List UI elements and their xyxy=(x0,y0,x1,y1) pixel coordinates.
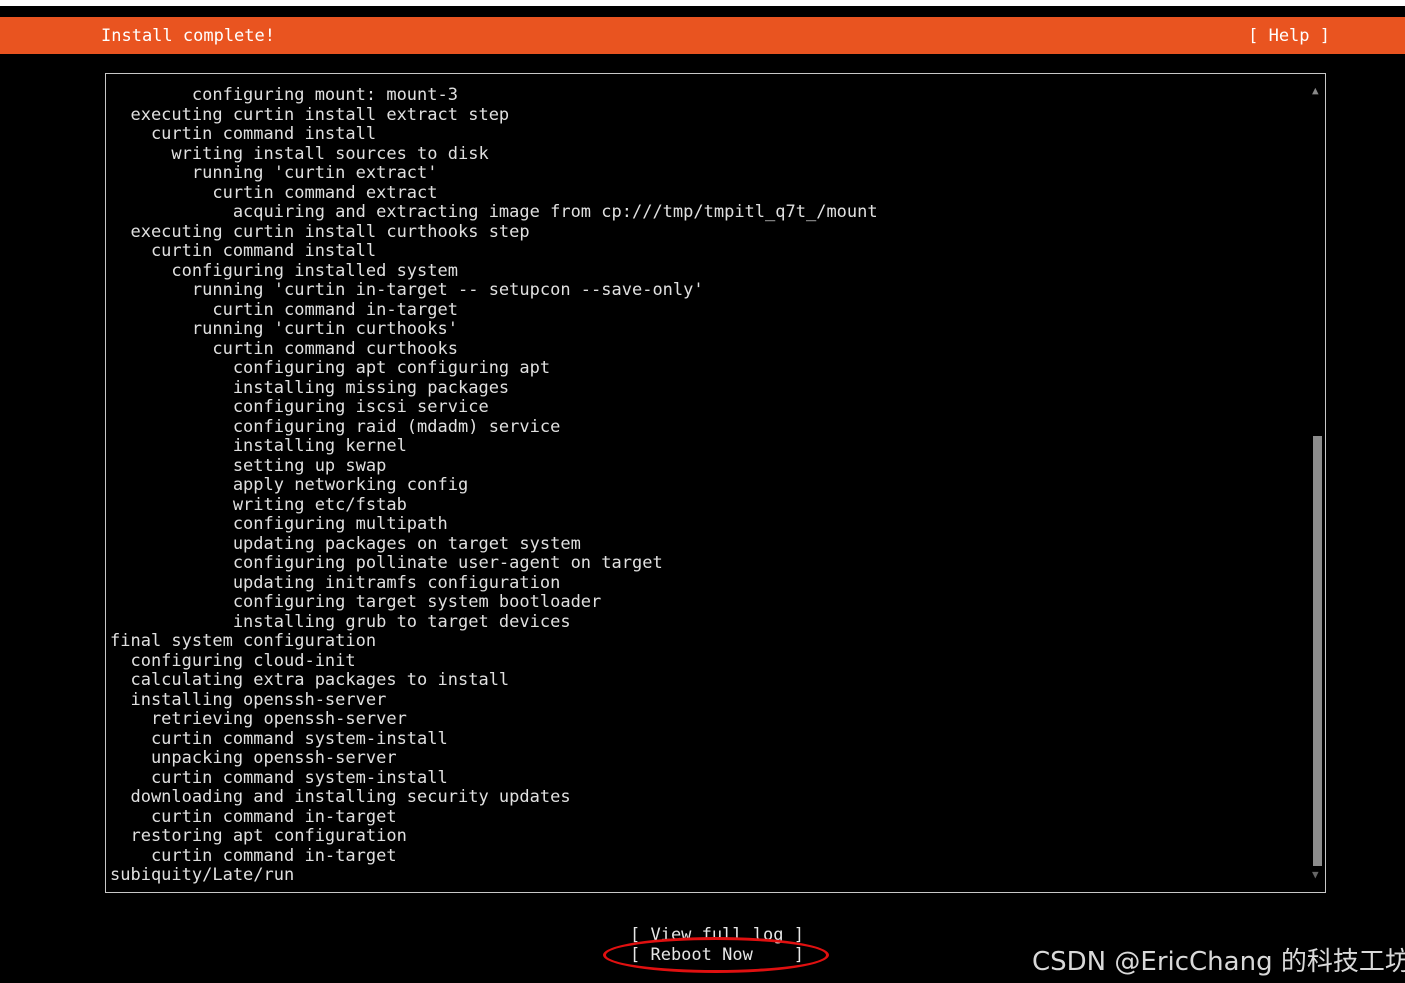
log-line: curtin command install xyxy=(110,124,377,144)
log-line: curtin command in-target xyxy=(110,846,397,866)
log-line: configuring pollinate user-agent on targ… xyxy=(110,553,663,573)
log-line: configuring multipath xyxy=(110,514,448,534)
log-line: installing grub to target devices xyxy=(110,612,571,632)
scroll-up-arrow-icon[interactable]: ▲ xyxy=(1312,84,1319,97)
title-bar: Install complete! [ Help ] xyxy=(0,17,1405,54)
log-line: curtin command in-target xyxy=(110,300,458,320)
log-line: configuring mount: mount-3 xyxy=(110,85,458,105)
log-line: restoring apt configuration xyxy=(110,826,407,846)
log-line: updating initramfs configuration xyxy=(110,573,561,593)
install-log-panel[interactable]: configuring mount: mount-3 executing cur… xyxy=(105,73,1326,893)
log-line: unpacking openssh-server xyxy=(110,748,397,768)
log-line: writing etc/fstab xyxy=(110,495,407,515)
help-button[interactable]: [ Help ] xyxy=(1248,26,1330,46)
log-line: setting up swap xyxy=(110,456,387,476)
log-line: curtin command in-target xyxy=(110,807,397,827)
log-line: executing curtin install extract step xyxy=(110,105,510,125)
log-line: configuring target system bootloader xyxy=(110,592,602,612)
log-line: configuring apt configuring apt xyxy=(110,358,551,378)
page-title: Install complete! xyxy=(101,26,275,46)
log-line: acquiring and extracting image from cp:/… xyxy=(110,202,878,222)
log-line: retrieving openssh-server xyxy=(110,709,407,729)
log-line: downloading and installing security upda… xyxy=(110,787,571,807)
log-line: running 'curtin curthooks' xyxy=(110,319,458,339)
log-line: running 'curtin in-target -- setupcon --… xyxy=(110,280,704,300)
log-line: curtin command system-install xyxy=(110,768,448,788)
log-line: installing openssh-server xyxy=(110,690,387,710)
log-line: configuring installed system xyxy=(110,261,458,281)
log-line: installing missing packages xyxy=(110,378,510,398)
log-line: apply networking config xyxy=(110,475,469,495)
log-line: curtin command system-install xyxy=(110,729,448,749)
log-line: configuring raid (mdadm) service xyxy=(110,417,561,437)
log-line: final system configuration xyxy=(110,631,377,651)
log-line: subiquity/Late/run xyxy=(110,865,295,885)
watermark: CSDN @EricChang 的科技工坊 xyxy=(1032,947,1405,977)
scroll-down-arrow-icon[interactable]: ▼ xyxy=(1312,868,1319,881)
log-line: configuring iscsi service xyxy=(110,397,489,417)
log-line: installing kernel xyxy=(110,436,407,456)
log-line: calculating extra packages to install xyxy=(110,670,510,690)
log-line: curtin command extract xyxy=(110,183,438,203)
log-line: executing curtin install curthooks step xyxy=(110,222,530,242)
top-border xyxy=(0,0,1405,6)
log-line: running 'curtin extract' xyxy=(110,163,438,183)
log-line: curtin command curthooks xyxy=(110,339,458,359)
red-highlight-ellipse xyxy=(603,937,829,973)
log-line: updating packages on target system xyxy=(110,534,581,554)
scrollbar-thumb[interactable] xyxy=(1313,436,1322,866)
log-line: curtin command install xyxy=(110,241,377,261)
log-line: writing install sources to disk xyxy=(110,144,489,164)
log-line: configuring cloud-init xyxy=(110,651,356,671)
